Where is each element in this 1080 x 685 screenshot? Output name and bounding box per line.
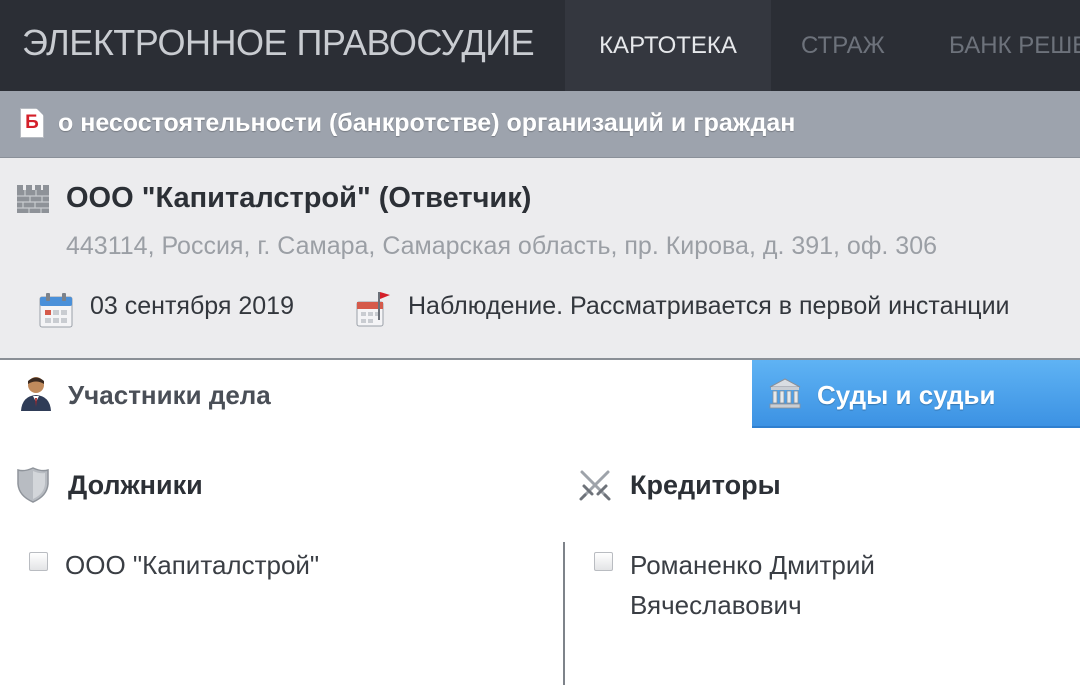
debtors-title: Должники <box>68 470 203 500</box>
case-party-address: 443114, Россия, г. Самара, Самарская обл… <box>66 232 938 260</box>
case-category-bar: Б о несостоятельности (банкротстве) орга… <box>0 91 1080 158</box>
case-header: ООО "Капиталстрой" (Ответчик) 443114, Ро… <box>0 158 1080 360</box>
tab-courts-and-judges[interactable]: Суды и судьи <box>752 360 1080 428</box>
case-stage-status: Наблюдение. Рассматривается в первой инс… <box>408 292 1010 320</box>
nav-tab-bank-resheniy[interactable]: БАНК РЕШЕ <box>918 0 1080 91</box>
debtor-list-item[interactable]: ООО "Капиталстрой" <box>29 545 529 585</box>
debtors-heading: Должники <box>16 466 516 506</box>
calendar-icon <box>39 293 73 328</box>
case-party-title: ООО "Капиталстрой" (Ответчик) <box>66 182 532 214</box>
creditor-name[interactable]: Романенко Дмитрий Вячеславович <box>630 545 930 625</box>
checkbox-icon[interactable] <box>594 552 613 571</box>
case-date: 03 сентября 2019 <box>90 292 294 320</box>
creditor-list-item[interactable]: Романенко Дмитрий Вячеславович <box>594 545 934 625</box>
person-icon <box>21 377 51 411</box>
debtor-name[interactable]: ООО "Капиталстрой" <box>65 545 319 585</box>
checkbox-icon[interactable] <box>29 552 48 571</box>
fortress-wall-icon <box>17 185 49 213</box>
case-category-text: о несостоятельности (банкротстве) органи… <box>58 109 796 137</box>
site-logo[interactable]: ЭЛЕКТРОННОЕ ПРАВОСУДИЕ <box>22 22 535 64</box>
shield-icon <box>17 467 49 503</box>
creditors-heading: Кредиторы <box>578 466 1078 506</box>
courthouse-icon <box>769 378 801 409</box>
tab-participants[interactable]: Участники дела <box>0 360 752 428</box>
column-divider <box>563 542 565 685</box>
nav-tab-kartoteka[interactable]: КАРТОТЕКА <box>565 0 771 91</box>
calendar-flag-icon <box>356 292 390 327</box>
crossed-swords-icon <box>579 470 611 501</box>
top-navigation-bar: ЭЛЕКТРОННОЕ ПРАВОСУДИЕ КАРТОТЕКА СТРАЖ Б… <box>0 0 1080 91</box>
tab-participants-label: Участники дела <box>68 380 271 410</box>
creditors-title: Кредиторы <box>630 470 781 500</box>
document-b-icon: Б <box>20 108 44 138</box>
tab-courts-label: Суды и судьи <box>817 380 996 410</box>
nav-tab-strazh[interactable]: СТРАЖ <box>771 0 915 91</box>
